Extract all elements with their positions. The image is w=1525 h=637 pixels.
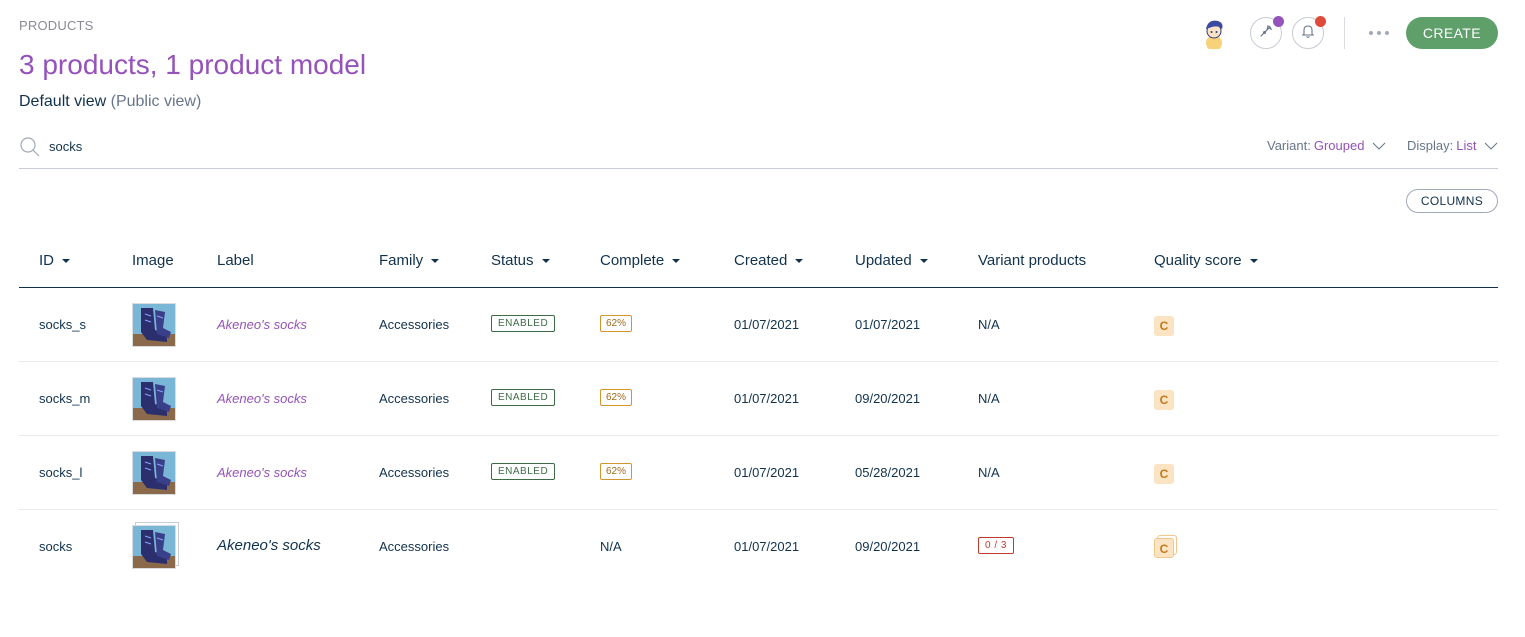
cell-family: Accessories	[379, 317, 450, 332]
column-header-image: Image	[132, 252, 174, 269]
product-thumbnail[interactable]	[132, 451, 176, 495]
status-badge: ENABLED	[491, 315, 556, 332]
product-thumbnail[interactable]	[132, 303, 176, 347]
notifications-button[interactable]	[1291, 16, 1326, 49]
cell-id: socks_m	[39, 391, 91, 406]
user-avatar-icon[interactable]	[1200, 17, 1228, 51]
product-table: ID Image Label Family Status Complete Cr…	[19, 234, 1498, 584]
cell-variant-products: N/A	[978, 391, 1000, 406]
product-model-thumbnail[interactable]	[132, 525, 176, 569]
search-input[interactable]	[49, 136, 549, 156]
quality-score-badge: C	[1154, 464, 1174, 484]
activity-button[interactable]	[1249, 16, 1284, 49]
cell-variant-products: N/A	[978, 465, 1000, 480]
header-divider	[1343, 17, 1345, 49]
more-options-icon[interactable]	[1367, 23, 1391, 43]
status-badge: ENABLED	[491, 389, 556, 406]
cell-complete: N/A	[600, 539, 622, 554]
activity-dot-icon	[1272, 16, 1284, 27]
cell-created: 01/07/2021	[734, 391, 800, 406]
variant-filter-value: Grouped	[1313, 138, 1365, 153]
product-grid-page: PRODUCTS 3 products, 1 product model Def…	[0, 0, 1525, 637]
bell-icon	[1300, 23, 1316, 44]
search-icon	[19, 136, 41, 158]
cell-created: 01/07/2021	[734, 465, 800, 480]
search-bar: Variant: Grouped Display: List	[19, 128, 1498, 169]
header-actions: CREATE	[1200, 16, 1498, 51]
table-row[interactable]: socks_l Akeneo's socks Accessories ENABL…	[19, 436, 1498, 510]
cell-family: Accessories	[379, 539, 450, 554]
view-selector[interactable]: Default view (Public view)	[19, 93, 201, 111]
cell-updated: 09/20/2021	[855, 539, 921, 554]
cell-updated: 01/07/2021	[855, 317, 921, 332]
notification-dot-icon	[1314, 16, 1326, 27]
cell-id: socks	[39, 539, 73, 554]
product-label-link[interactable]: Akeneo's socks	[217, 391, 307, 406]
table-row[interactable]: socks_m Akeneo's socks Accessories ENABL…	[19, 362, 1498, 436]
cell-family: Accessories	[379, 391, 450, 406]
display-filter-value: List	[1456, 138, 1477, 153]
chevron-down-icon	[1373, 142, 1386, 150]
create-button[interactable]: CREATE	[1405, 17, 1498, 49]
view-scope: (Public view)	[110, 93, 202, 110]
quality-score-badge: C	[1154, 538, 1174, 558]
variant-filter-label: Variant:	[1267, 138, 1311, 153]
completeness-badge: 62%	[600, 463, 633, 480]
column-header-id[interactable]: ID	[39, 252, 70, 269]
tools-icon	[1258, 23, 1274, 44]
variant-count-badge: 0 / 3	[978, 537, 1014, 554]
column-header-variant-products: Variant products	[978, 252, 1087, 269]
column-header-status[interactable]: Status	[491, 252, 550, 269]
product-label-link[interactable]: Akeneo's socks	[217, 465, 307, 480]
column-header-label: Label	[217, 252, 254, 269]
cell-created: 01/07/2021	[734, 317, 800, 332]
table-header: ID Image Label Family Status Complete Cr…	[19, 234, 1498, 288]
view-name: Default view	[19, 93, 107, 110]
cell-family: Accessories	[379, 465, 450, 480]
table-row[interactable]: socks Akeneo's socks Accessories N/A 01/…	[19, 510, 1498, 584]
product-thumbnail[interactable]	[132, 377, 176, 421]
column-header-family[interactable]: Family	[379, 252, 440, 269]
completeness-badge: 62%	[600, 389, 633, 406]
column-header-created[interactable]: Created	[734, 252, 804, 269]
columns-button[interactable]: COLUMNS	[1405, 189, 1498, 213]
quality-score-badge: C	[1154, 316, 1174, 336]
cell-updated: 09/20/2021	[855, 391, 921, 406]
display-filter[interactable]: Display: List	[1407, 138, 1498, 153]
page-title: 3 products, 1 product model	[19, 49, 367, 80]
column-header-complete[interactable]: Complete	[600, 252, 681, 269]
chevron-down-icon	[1485, 142, 1498, 150]
column-header-quality-score[interactable]: Quality score	[1154, 252, 1258, 269]
status-badge: ENABLED	[491, 463, 556, 480]
cell-variant-products: N/A	[978, 317, 1000, 332]
cell-id: socks_s	[39, 317, 86, 332]
column-header-updated[interactable]: Updated	[855, 252, 928, 269]
product-label-link[interactable]: Akeneo's socks	[217, 317, 307, 332]
cell-id: socks_l	[39, 465, 83, 480]
display-filter-label: Display:	[1407, 138, 1454, 153]
variant-filter[interactable]: Variant: Grouped	[1267, 138, 1386, 153]
table-row[interactable]: socks_s Akeneo's socks Accessories ENABL…	[19, 288, 1498, 362]
cell-created: 01/07/2021	[734, 539, 800, 554]
cell-updated: 05/28/2021	[855, 465, 921, 480]
product-model-label-link[interactable]: Akeneo's socks	[217, 537, 321, 554]
completeness-badge: 62%	[600, 315, 633, 332]
breadcrumb[interactable]: PRODUCTS	[19, 18, 94, 33]
quality-score-badge: C	[1154, 390, 1174, 410]
